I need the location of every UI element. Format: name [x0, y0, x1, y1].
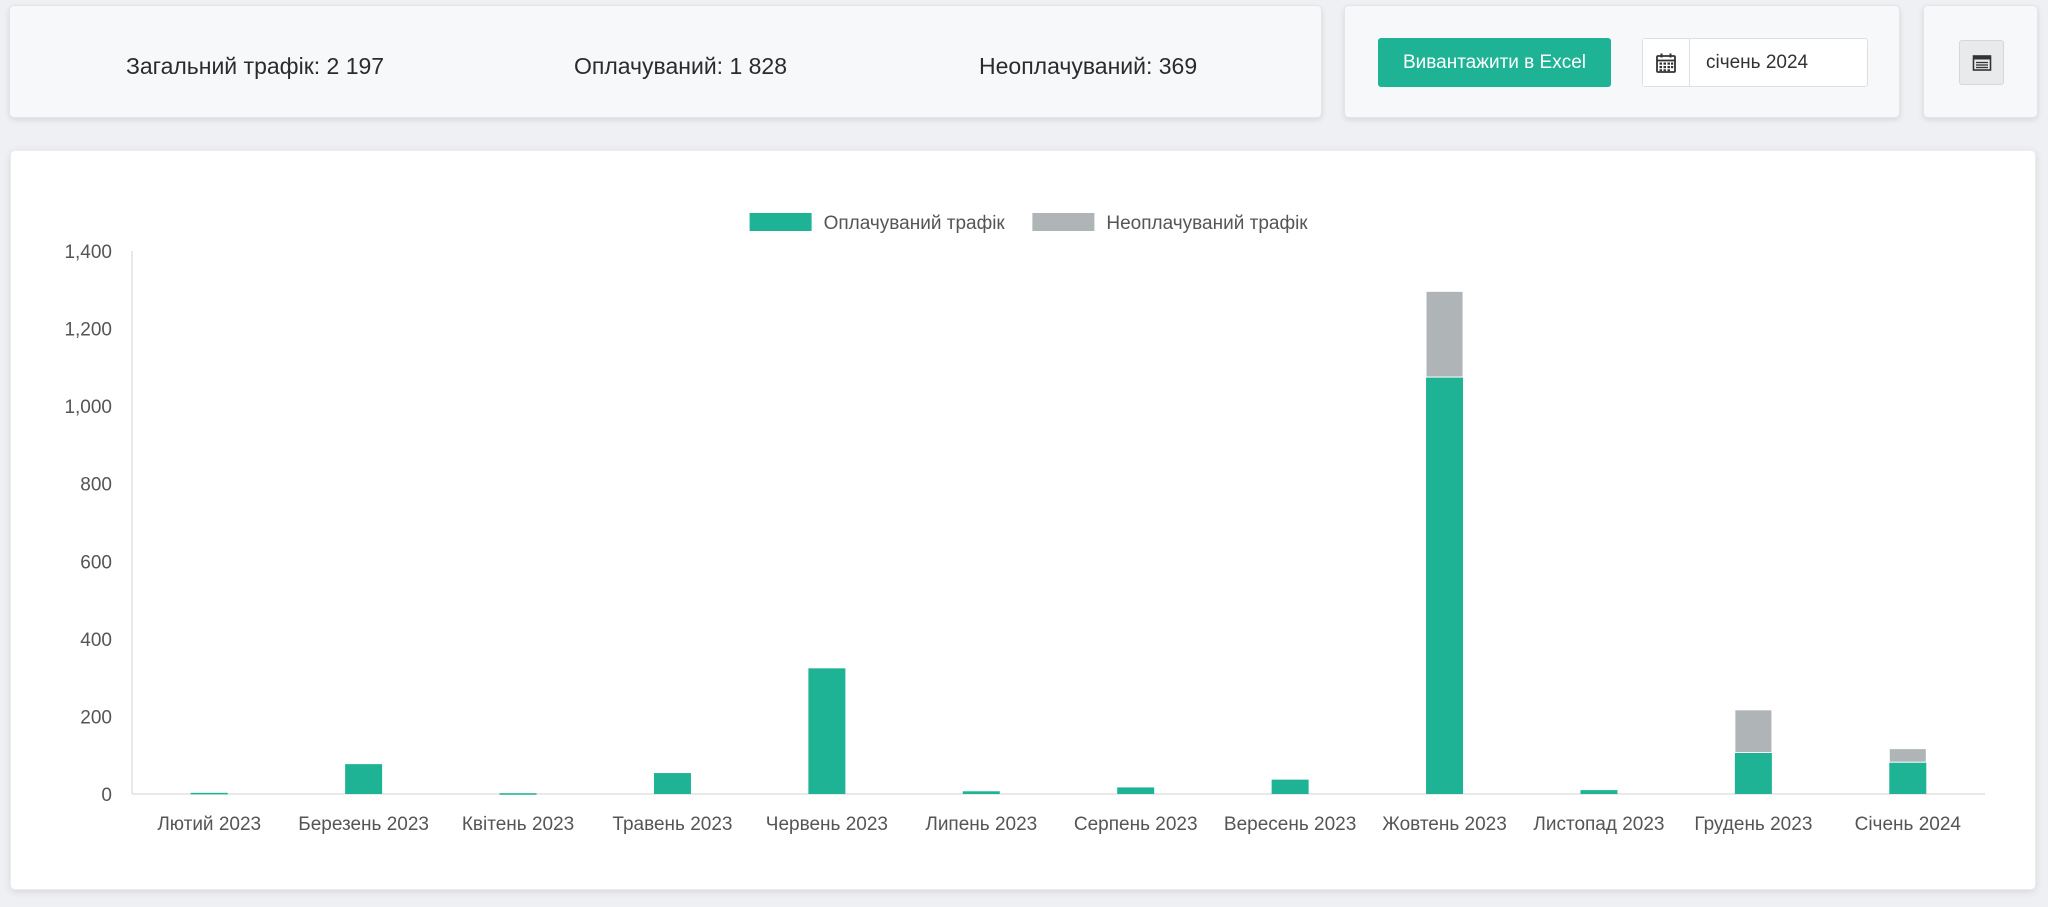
bar-unpaid	[1888, 748, 1927, 763]
bar-paid	[962, 791, 1000, 794]
bar-unpaid	[1734, 709, 1773, 753]
traffic-chart: 0 200 400 600 800 1,000 1,200 1,400 Лютий 2023 Бе…	[64, 213, 1985, 835]
unpaid-traffic-stat: Неоплачуваний: 369	[979, 53, 1198, 79]
bar-paid	[1580, 790, 1618, 794]
bar-paid	[808, 668, 846, 794]
x-tick-label: Лютий 2023	[157, 814, 261, 835]
x-tick-label: Квітень 2023	[462, 814, 574, 835]
y-tick-label: 200	[80, 707, 112, 728]
export-excel-button[interactable]: Вивантажити в Excel	[1378, 38, 1611, 87]
bar-paid	[1426, 377, 1464, 794]
y-tick-label: 1,000	[64, 397, 112, 418]
calendar-icon[interactable]	[1643, 39, 1690, 86]
y-tick-label: 400	[80, 630, 112, 651]
bar-paid	[499, 793, 537, 795]
bar-unpaid	[1425, 290, 1464, 378]
legend-label: Оплачуваний трафік	[824, 213, 1006, 234]
traffic-chart-panel: 0 200 400 600 800 1,000 1,200 1,400 Лютий 2023 Бе…	[10, 150, 2036, 890]
bar-paid	[1734, 752, 1772, 794]
x-tick-label: Січень 2024	[1855, 814, 1962, 835]
x-tick-label: Липень 2023	[925, 814, 1037, 835]
bar-paid	[1271, 779, 1309, 794]
x-tick-label: Серпень 2023	[1074, 814, 1198, 835]
legend-swatch	[1032, 213, 1095, 231]
bar-paid	[190, 792, 228, 795]
x-tick-label: Жовтень 2023	[1382, 814, 1507, 835]
x-tick-label: Травень 2023	[612, 814, 732, 835]
table-view-icon	[1972, 54, 1991, 71]
y-tick-label: 0	[101, 785, 112, 806]
view-toggle-panel	[1923, 5, 2038, 118]
x-tick-label: Вересень 2023	[1224, 814, 1356, 835]
total-traffic-stat: Загальний трафік: 2 197	[126, 53, 385, 79]
stats-panel: Загальний трафік: 2 197 Оплачуваний: 1 8…	[9, 5, 1322, 118]
bar-paid	[1117, 787, 1155, 794]
y-tick-label: 600	[80, 552, 112, 573]
legend-swatch	[749, 213, 812, 231]
x-tick-label: Грудень 2023	[1694, 814, 1812, 835]
y-tick-label: 1,200	[64, 320, 112, 341]
y-tick-label: 1,400	[64, 242, 112, 263]
bar-paid	[345, 764, 383, 794]
x-tick-label: Листопад 2023	[1533, 814, 1664, 835]
month-input[interactable]	[1690, 39, 1867, 86]
month-picker[interactable]	[1642, 38, 1868, 87]
x-tick-label: Червень 2023	[766, 814, 888, 835]
toggle-view-button[interactable]	[1959, 40, 2004, 85]
bar-paid	[653, 773, 691, 794]
actions-panel: Вивантажити в Excel	[1344, 5, 1900, 118]
y-tick-label: 800	[80, 475, 112, 496]
bar-paid	[1889, 762, 1927, 794]
legend-label: Неоплачуваний трафік	[1106, 213, 1308, 234]
x-tick-label: Березень 2023	[298, 814, 429, 835]
paid-traffic-stat: Оплачуваний: 1 828	[574, 53, 788, 79]
